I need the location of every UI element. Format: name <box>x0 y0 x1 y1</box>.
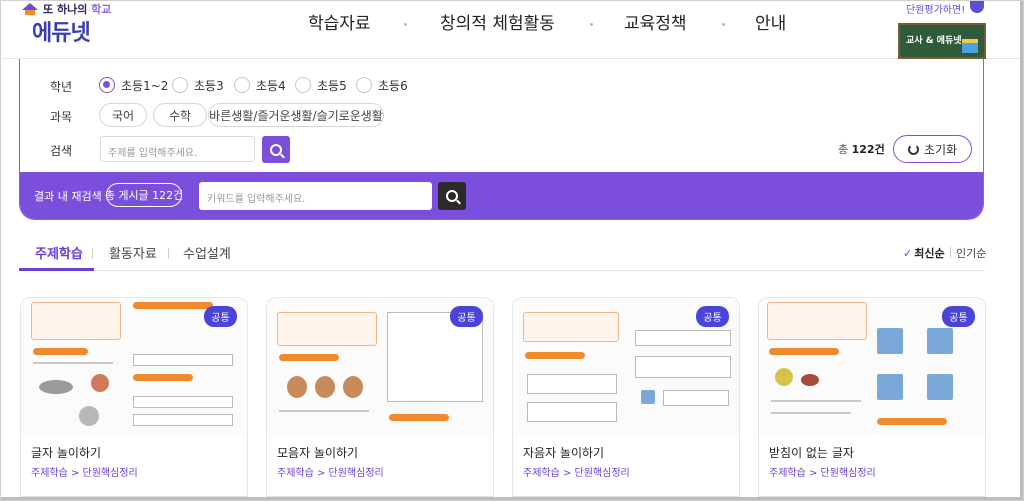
refine-search-bar: 결과 내 재검색 총 게시글 122건 키워드를 입력해주세요. <box>20 172 983 219</box>
window-edge <box>1 497 1023 500</box>
material-card[interactable]: 공통 글자 놀이하기 주제학습 > 단원핵심정리 <box>20 297 248 497</box>
subject-integrated-button[interactable]: 바른생활/즐거운생활/슬기로운생활 <box>208 103 384 127</box>
nav-separator-dot <box>404 23 407 26</box>
nav-separator-dot <box>722 23 725 26</box>
card-title: 모음자 놀이하기 <box>277 446 359 460</box>
logo-tagline-highlight: 학교 <box>91 3 112 16</box>
site-header: 또 하나의 학교 에듀넷 학습자료 창의적 체험활동 교육정책 안내 단원평가하… <box>2 1 1020 59</box>
radio-icon <box>295 77 311 93</box>
radio-icon <box>172 77 188 93</box>
grade-radio-1-2[interactable]: 초등1~2 <box>99 76 168 94</box>
subject-label: 과목 <box>50 110 73 124</box>
material-card[interactable]: 공통 자음자 놀이하기 주제학습 > 단원핵심정리 <box>512 297 740 497</box>
tab-lesson-design[interactable]: 수업설계 <box>183 243 231 262</box>
search-filter-panel: 학년 초등1~2 초등3 초등4 초등5 초등6 과목 국어 수학 바른생활/즐… <box>19 59 984 220</box>
card-title: 받침이 없는 글자 <box>769 446 854 460</box>
grade-radio-5[interactable]: 초등5 <box>295 76 347 94</box>
active-tab-indicator <box>19 268 94 271</box>
card-category-path: 주제학습 > 단원핵심정리 <box>277 468 384 479</box>
grade-radio-6[interactable]: 초등6 <box>356 76 408 94</box>
radio-icon <box>234 77 250 93</box>
content-tabs: 주제학습 활동자료 수업설계 ✓ 최신순 인기순 <box>19 237 986 271</box>
common-badge: 공통 <box>204 306 237 327</box>
material-card[interactable]: 공통 모음자 놀이하기 주제학습 > 단원핵심정리 <box>266 297 494 497</box>
common-badge: 공통 <box>450 306 483 327</box>
search-icon <box>270 143 282 156</box>
card-title: 자음자 놀이하기 <box>523 446 605 460</box>
topic-search-input[interactable]: 주제를 입력해주세요. <box>100 136 255 162</box>
grade-label: 학년 <box>50 80 73 94</box>
main-nav: 학습자료 창의적 체험활동 교육정책 안내 <box>292 9 812 39</box>
banner-caption: 단원평가하면! <box>906 5 966 16</box>
sort-popular[interactable]: 인기순 <box>956 245 986 261</box>
nav-item-learning-materials[interactable]: 학습자료 <box>308 9 371 34</box>
refine-search-label: 결과 내 재검색 <box>34 190 102 203</box>
nav-item-education-policy[interactable]: 교육정책 <box>624 9 687 34</box>
card-category-path: 주제학습 > 단원핵심정리 <box>31 468 138 479</box>
grade-radio-label: 초등3 <box>194 78 224 93</box>
keyword-search-button[interactable] <box>438 182 466 210</box>
total-count-prefix: 총 <box>838 143 849 156</box>
subject-math-button[interactable]: 수학 <box>153 103 207 127</box>
nav-item-guide[interactable]: 안내 <box>755 9 786 34</box>
browser-frame: 또 하나의 학교 에듀넷 학습자료 창의적 체험활동 교육정책 안내 단원평가하… <box>0 0 1024 501</box>
total-count: 총 122건 <box>838 141 885 157</box>
radio-selected-icon <box>99 77 115 93</box>
logo-wordmark: 에듀넷 <box>32 21 91 46</box>
tab-separator <box>168 248 169 259</box>
promo-banner[interactable]: 교사 & 에듀넷 <box>898 23 986 59</box>
tab-topic-learning[interactable]: 주제학습 <box>35 243 83 262</box>
sort-latest-label: 최신순 <box>914 247 945 260</box>
common-badge: 공통 <box>942 306 975 327</box>
tab-separator <box>92 248 93 259</box>
sort-latest[interactable]: ✓ 최신순 <box>903 245 945 261</box>
grade-radio-label: 초등6 <box>378 78 408 93</box>
radio-icon <box>356 77 372 93</box>
grade-radio-4[interactable]: 초등4 <box>234 76 286 94</box>
search-label: 검색 <box>50 144 73 158</box>
common-badge: 공통 <box>696 306 729 327</box>
topic-search-button[interactable] <box>262 136 290 163</box>
keyword-search-input[interactable]: 키워드를 입력해주세요. <box>199 182 432 210</box>
reset-button-label: 초기화 <box>923 142 958 157</box>
sort-separator <box>950 247 951 258</box>
nav-separator-dot <box>590 23 593 26</box>
window-edge <box>1020 1 1023 500</box>
grade-radio-label: 초등4 <box>256 78 286 93</box>
refine-result-count-badge: 총 게시글 122건 <box>105 183 183 207</box>
card-title: 글자 놀이하기 <box>31 446 102 460</box>
refresh-icon <box>907 143 919 155</box>
search-icon <box>446 190 458 202</box>
card-category-path: 주제학습 > 단원핵심정리 <box>769 468 876 479</box>
nav-item-creative-activities[interactable]: 창의적 체험활동 <box>440 9 555 34</box>
total-count-value: 122건 <box>851 143 885 156</box>
tab-activity-materials[interactable]: 활동자료 <box>109 243 157 262</box>
grade-radio-label: 초등5 <box>317 78 347 93</box>
material-card[interactable]: 공통 받침이 없는 글자 주제학습 > 단원핵심정리 <box>758 297 986 497</box>
grade-radio-3[interactable]: 초등3 <box>172 76 224 94</box>
promo-banner-text: 교사 & 에듀넷 <box>906 36 962 46</box>
books-icon <box>962 39 978 53</box>
subject-korean-button[interactable]: 국어 <box>99 103 147 127</box>
banner-mascot-icon <box>970 1 984 13</box>
card-category-path: 주제학습 > 단원핵심정리 <box>523 468 630 479</box>
school-roof-icon <box>20 3 40 15</box>
check-icon: ✓ <box>903 247 913 260</box>
reset-button[interactable]: 초기화 <box>893 135 972 163</box>
grade-radio-label: 초등1~2 <box>121 78 169 93</box>
